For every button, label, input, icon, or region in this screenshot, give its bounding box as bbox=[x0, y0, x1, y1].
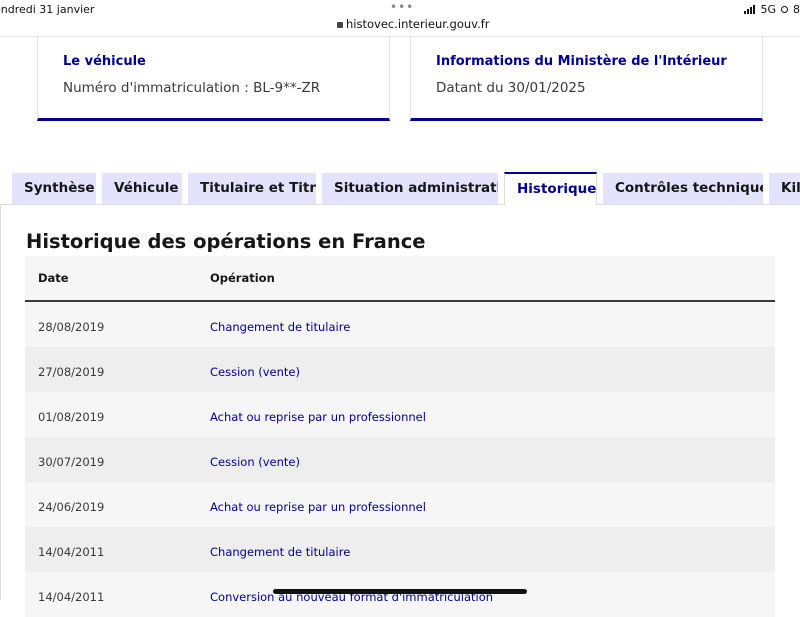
tab-kilometrage[interactable]: Kilo bbox=[769, 173, 800, 204]
history-title: Historique des opérations en France bbox=[26, 230, 426, 253]
url-text: histovec.interieur.gouv.fr bbox=[346, 17, 490, 31]
ministry-card-title: Informations du Ministère de l'Intérieur bbox=[436, 54, 727, 69]
tab-titulaire-et-titre[interactable]: Titulaire et Titre bbox=[188, 173, 316, 204]
row-date: 30/07/2019 bbox=[38, 455, 105, 469]
row-operation[interactable]: Changement de titulaire bbox=[210, 545, 350, 559]
ministry-date: Datant du 30/01/2025 bbox=[436, 80, 586, 96]
row-operation[interactable]: Cession (vente) bbox=[210, 365, 300, 379]
tab-historique[interactable]: Historique bbox=[504, 172, 597, 205]
location-icon bbox=[781, 6, 788, 13]
table-row: 30/07/2019 Cession (vente) bbox=[25, 437, 775, 482]
network-label: 5G bbox=[760, 3, 776, 16]
battery-label: 8 bbox=[793, 3, 800, 16]
table-row: 27/08/2019 Cession (vente) bbox=[25, 347, 775, 392]
browser-status-bar: endredi 31 janvier ••• histovec.interieu… bbox=[0, 0, 800, 37]
row-date: 28/08/2019 bbox=[38, 320, 105, 334]
row-date: 14/04/2011 bbox=[38, 590, 105, 604]
status-date: endredi 31 janvier bbox=[0, 3, 95, 16]
ministry-card: Informations du Ministère de l'Intérieur… bbox=[410, 37, 763, 121]
table-row: 24/06/2019 Achat ou reprise par un profe… bbox=[25, 482, 775, 527]
url-bar[interactable]: histovec.interieur.gouv.fr bbox=[337, 17, 490, 31]
vehicle-card-title: Le véhicule bbox=[63, 54, 146, 69]
tab-situation-administrative[interactable]: Situation administrative bbox=[322, 173, 498, 204]
tab-bar: Synthèse Véhicule Titulaire et Titre Sit… bbox=[0, 172, 800, 205]
table-row: 28/08/2019 Changement de titulaire bbox=[25, 302, 775, 347]
row-operation[interactable]: Achat ou reprise par un professionnel bbox=[210, 410, 426, 424]
table-row: 14/04/2011 Conversion au nouveau format … bbox=[25, 572, 775, 617]
registration-number: Numéro d'immatriculation : BL-9**-ZR bbox=[63, 80, 321, 96]
row-date: 14/04/2011 bbox=[38, 545, 105, 559]
vehicle-card: Le véhicule Numéro d'immatriculation : B… bbox=[37, 37, 390, 121]
row-operation[interactable]: Cession (vente) bbox=[210, 455, 300, 469]
row-date: 27/08/2019 bbox=[38, 365, 105, 379]
history-table: Date Opération 28/08/2019 Changement de … bbox=[25, 256, 775, 617]
lock-icon bbox=[337, 22, 343, 28]
tab-synthese[interactable]: Synthèse bbox=[12, 173, 96, 204]
row-operation[interactable]: Changement de titulaire bbox=[210, 320, 350, 334]
table-row: 01/08/2019 Achat ou reprise par un profe… bbox=[25, 392, 775, 437]
table-header: Date Opération bbox=[25, 256, 775, 302]
table-row: 14/04/2011 Changement de titulaire bbox=[25, 527, 775, 572]
row-operation[interactable]: Achat ou reprise par un professionnel bbox=[210, 500, 426, 514]
row-date: 01/08/2019 bbox=[38, 410, 105, 424]
tabs-divider bbox=[0, 204, 504, 205]
row-date: 24/06/2019 bbox=[38, 500, 105, 514]
table-body: 28/08/2019 Changement de titulaire 27/08… bbox=[25, 302, 775, 617]
column-header-date: Date bbox=[38, 271, 69, 285]
home-indicator[interactable] bbox=[273, 589, 527, 594]
tabs-divider-right bbox=[597, 204, 800, 205]
signal-icon bbox=[744, 5, 756, 14]
status-indicators: 5G 8 bbox=[744, 3, 800, 16]
panel-border bbox=[0, 204, 1, 600]
column-header-operation: Opération bbox=[210, 271, 275, 285]
tab-controles-techniques[interactable]: Contrôles techniques bbox=[603, 173, 763, 204]
more-dots-icon[interactable]: ••• bbox=[390, 0, 414, 14]
tab-vehicule[interactable]: Véhicule bbox=[102, 173, 182, 204]
